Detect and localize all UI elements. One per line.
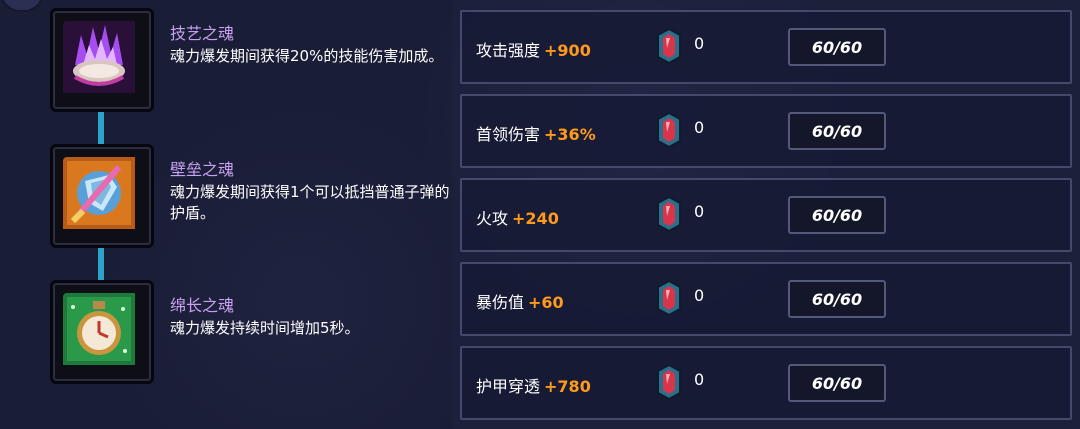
gem-count: 0 — [694, 286, 705, 305]
skill-description: 魂力爆发期间获得1个可以抵挡普通子弹的护盾。 — [170, 183, 450, 222]
skill-item-bulwark-soul[interactable]: 壁垒之魂 魂力爆发期间获得1个可以抵挡普通子弹的护盾。 — [50, 144, 450, 254]
stat-row-fire-attack[interactable]: 火攻 +240 0 60/60 — [460, 178, 1072, 252]
stat-row-armor-penetration[interactable]: 护甲穿透 +780 0 60/60 — [460, 346, 1072, 420]
gem-count: 0 — [694, 34, 705, 53]
level-indicator: 60/60 — [788, 112, 886, 150]
stat-bonus: +36% — [544, 125, 596, 144]
shield-sword-icon — [50, 144, 154, 248]
skill-item-craft-soul[interactable]: 技艺之魂 魂力爆发期间获得20%的技能伤害加成。 — [50, 8, 450, 118]
skill-description: 魂力爆发持续时间增加5秒。 — [170, 319, 360, 337]
stat-label: 暴伤值 +60 — [476, 293, 564, 312]
level-indicator: 60/60 — [788, 28, 886, 66]
skill-name: 壁垒之魂 — [170, 160, 235, 179]
stat-label: 首领伤害 +36% — [476, 125, 596, 144]
stat-label: 火攻 +240 — [476, 209, 559, 228]
red-gem-icon — [657, 364, 681, 400]
level-indicator: 60/60 — [788, 196, 886, 234]
stat-label: 护甲穿透 +780 — [476, 377, 591, 396]
soul-skill-list: 技艺之魂 魂力爆发期间获得20%的技能伤害加成。 壁垒之魂 魂力爆发期间获得1个… — [50, 0, 450, 429]
gem-count: 0 — [694, 370, 705, 389]
stat-row-boss-damage[interactable]: 首领伤害 +36% 0 60/60 — [460, 94, 1072, 168]
stat-bonus: +240 — [512, 209, 559, 228]
stat-bonus: +780 — [544, 377, 591, 396]
red-gem-icon — [657, 280, 681, 316]
stat-bonus: +60 — [528, 293, 564, 312]
purple-flame-shell-icon — [50, 8, 154, 112]
skill-item-lasting-soul[interactable]: 绵长之魂 魂力爆发持续时间增加5秒。 — [50, 280, 450, 390]
gem-count: 0 — [694, 202, 705, 221]
gem-count: 0 — [694, 118, 705, 137]
skill-name: 绵长之魂 — [170, 296, 235, 315]
level-indicator: 60/60 — [788, 280, 886, 318]
red-gem-icon — [657, 28, 681, 64]
stat-bonus: +900 — [544, 41, 591, 60]
level-indicator: 60/60 — [788, 364, 886, 402]
skill-name: 技艺之魂 — [170, 24, 235, 43]
stat-row-crit-damage[interactable]: 暴伤值 +60 0 60/60 — [460, 262, 1072, 336]
stopwatch-icon — [50, 280, 154, 384]
stat-label: 攻击强度 +900 — [476, 41, 591, 60]
stat-row-attack-power[interactable]: 攻击强度 +900 0 60/60 — [460, 10, 1072, 84]
red-gem-icon — [657, 196, 681, 232]
red-gem-icon — [657, 112, 681, 148]
skill-description: 魂力爆发期间获得20%的技能伤害加成。 — [170, 47, 444, 65]
